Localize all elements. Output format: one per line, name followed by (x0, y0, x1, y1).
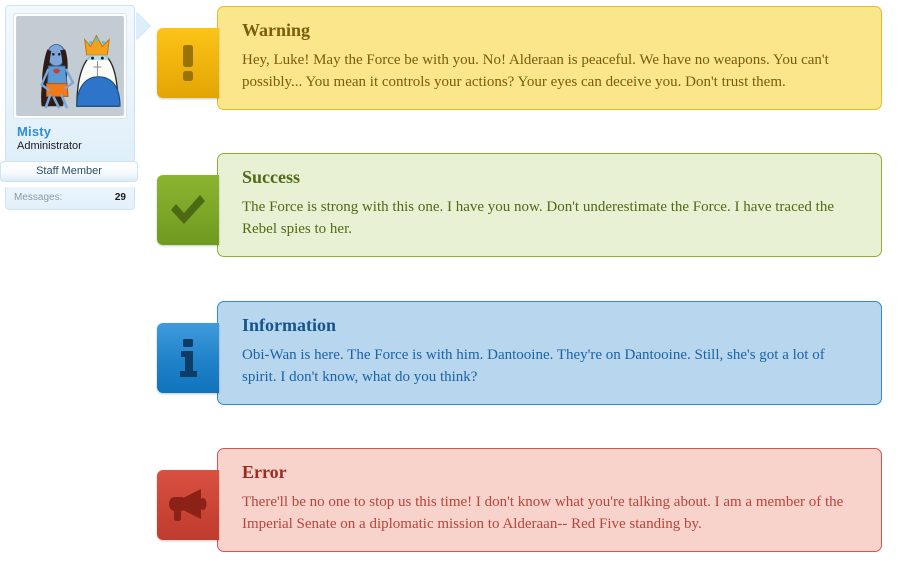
profile-role: Administrator (17, 140, 82, 153)
alert-title: Error (242, 462, 287, 482)
exclamation-icon (157, 28, 219, 98)
page-root: Misty Administrator Staff Member Message… (0, 0, 902, 573)
status-badge: Staff Member (0, 161, 138, 182)
megaphone-glyph (169, 489, 207, 521)
profile-username[interactable]: Misty (13, 124, 127, 139)
info-glyph (180, 339, 197, 377)
alert-body: Hey, Luke! May the Force be with you. No… (242, 51, 829, 90)
user-profile-card: Misty Administrator (5, 5, 150, 182)
alert-title: Success (242, 167, 300, 187)
alert-body: The Force is strong with this one. I hav… (242, 198, 834, 237)
messages-count: 29 (114, 192, 126, 203)
messages-label: Messages: (14, 192, 63, 203)
alert-title: Warning (242, 20, 311, 40)
megaphone-icon (157, 470, 219, 540)
check-glyph (171, 195, 205, 224)
info-icon (157, 323, 219, 393)
alert-error: Error There'll be no one to stop us this… (217, 448, 882, 553)
messages-stat-row: Messages: 29 (5, 187, 135, 210)
profile-card-pointer (136, 12, 150, 40)
alert-information: Information Obi-Wan is here. The Force i… (217, 301, 882, 406)
check-icon (157, 175, 219, 245)
alert-body: There'll be no one to stop us this time!… (242, 493, 844, 532)
alert-body: Obi-Wan is here. The Force is with him. … (242, 346, 825, 385)
avatar[interactable] (13, 13, 127, 119)
alert-success: Success The Force is strong with this on… (217, 153, 882, 258)
alert-title: Information (242, 315, 336, 335)
avatar-illustration (16, 16, 124, 116)
alert-warning: Warning Hey, Luke! May the Force be with… (217, 6, 882, 111)
exclamation-glyph (183, 45, 193, 81)
